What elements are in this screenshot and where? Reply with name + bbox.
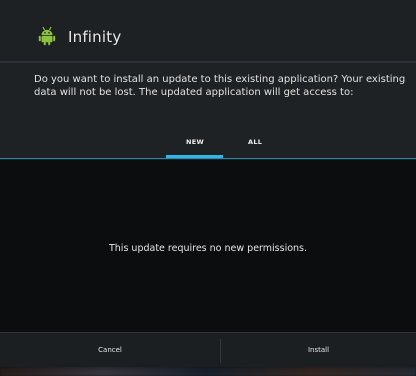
permission-tabs: NEW ALL: [0, 126, 416, 160]
permissions-content: This update requires no new permissions.: [0, 160, 416, 332]
android-robot-icon: [38, 26, 56, 46]
no-permissions-message: This update requires no new permissions.: [108, 243, 308, 254]
dialog-title-bar: Infinity: [0, 0, 416, 63]
install-button[interactable]: Install: [221, 333, 416, 367]
tab-all[interactable]: ALL: [248, 138, 262, 146]
dialog-title: Infinity: [68, 28, 122, 46]
tabs-underline: [0, 158, 416, 159]
install-dialog: Infinity Do you want to install an updat…: [0, 0, 416, 367]
screen: Infinity Do you want to install an updat…: [0, 0, 416, 376]
install-message: Do you want to install an update to this…: [34, 74, 406, 98]
cancel-button[interactable]: Cancel: [0, 333, 220, 367]
wallpaper-background: [0, 366, 416, 376]
dialog-button-bar: Cancel Install: [0, 332, 416, 367]
title-divider: [0, 61, 416, 63]
tab-new[interactable]: NEW: [186, 138, 204, 146]
